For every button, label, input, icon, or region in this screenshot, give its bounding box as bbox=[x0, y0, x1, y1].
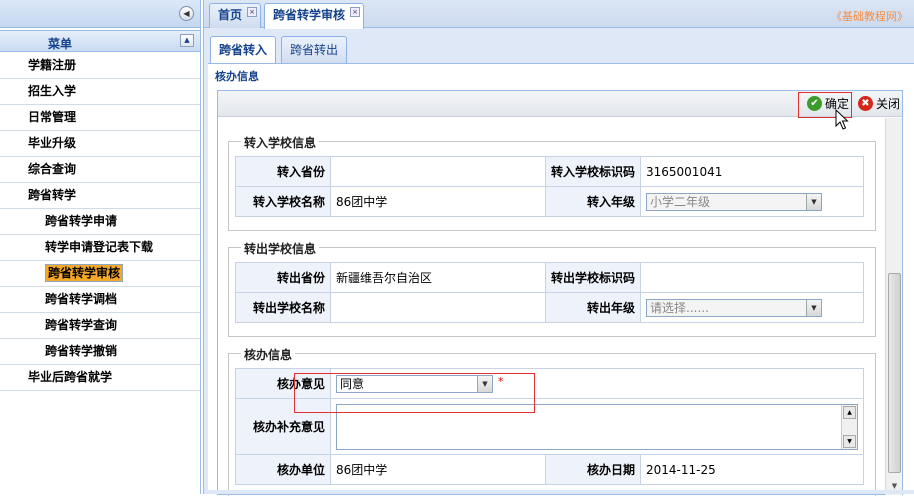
menu-subitem-form-download[interactable]: 转学申请登记表下载 bbox=[0, 235, 200, 261]
transfer-in-school-code-value: 3165001041 bbox=[640, 156, 864, 187]
tab-transfer-review-label: 跨省转学审核 bbox=[273, 8, 346, 22]
tab-strip: 首页 × 跨省转学审核 × 《基础教程网》 bbox=[204, 0, 914, 29]
transfer-out-school-name-value bbox=[330, 292, 546, 323]
close-button[interactable]: ✖ 关闭 bbox=[856, 95, 900, 113]
transfer-in-table: 转入省份 转入学校标识码 3165001041 转入学校名称 86团中学 转入年… bbox=[235, 156, 864, 217]
menu-subitem-transfer-review-label: 跨省转学审核 bbox=[45, 264, 124, 282]
transfer-out-school-name-label: 转出学校名称 bbox=[235, 292, 331, 323]
opinion-highlight-box bbox=[294, 373, 535, 413]
menu-item-student-registration[interactable]: 学籍注册 bbox=[0, 53, 200, 79]
transfer-out-table: 转出省份 新疆维吾尔自治区 转出学校标识码 转出学校名称 转出年级 请选择...… bbox=[235, 262, 864, 323]
unit-label: 核办单位 bbox=[235, 454, 331, 485]
scroll-down-icon[interactable]: ▼ bbox=[843, 434, 856, 448]
transfer-in-grade-label: 转入年级 bbox=[545, 186, 641, 217]
menu-subitem-transfer-cancel[interactable]: 跨省转学撤销 bbox=[0, 339, 200, 365]
close-tab-home-icon[interactable]: × bbox=[247, 7, 258, 17]
transfer-in-grade-value: 小学二年级 bbox=[650, 194, 711, 209]
transfer-out-school-code-label: 转出学校标识码 bbox=[545, 262, 641, 293]
tab-transfer-review[interactable]: 跨省转学审核 × bbox=[264, 3, 365, 29]
transfer-in-school-code-label: 转入学校标识码 bbox=[545, 156, 641, 187]
handling-fieldset: 核办信息 核办意见 同意 ▼ * 核办补充意见 ▲ ▼ 核办单位 86团中学 核… bbox=[228, 346, 876, 496]
menu-item-post-graduation[interactable]: 毕业后跨省就学 bbox=[0, 365, 200, 391]
close-label: 关闭 bbox=[876, 97, 901, 111]
section-title: 核办信息 bbox=[215, 70, 259, 83]
menu-item-graduation[interactable]: 毕业升级 bbox=[0, 131, 200, 157]
site-link[interactable]: 《基础教程网》 bbox=[831, 8, 908, 24]
transfer-out-grade-select[interactable]: 请选择...... ▼ bbox=[646, 298, 822, 317]
sidebar: ◀ 菜单 ▲ 学籍注册 招生入学 日常管理 毕业升级 综合查询 跨省转学 跨省转… bbox=[0, 0, 201, 494]
transfer-out-school-code-value bbox=[640, 262, 864, 293]
table-row: 转出省份 新疆维吾尔自治区 转出学校标识码 bbox=[235, 262, 864, 293]
date-label: 核办日期 bbox=[545, 454, 641, 485]
menu-title: 菜单 bbox=[47, 37, 72, 51]
bottom-edge bbox=[204, 490, 914, 494]
transfer-out-grade-cell: 请选择...... ▼ bbox=[640, 292, 864, 323]
transfer-in-province-label: 转入省份 bbox=[235, 156, 331, 187]
subtab-strip: 跨省转入 跨省转出 bbox=[208, 29, 914, 63]
menu-subitem-transfer-query[interactable]: 跨省转学查询 bbox=[0, 313, 200, 339]
table-row: 转入省份 转入学校标识码 3165001041 bbox=[235, 156, 864, 187]
chevron-down-icon: ▼ bbox=[806, 299, 821, 316]
transfer-out-fieldset: 转出学校信息 转出省份 新疆维吾尔自治区 转出学校标识码 转出学校名称 转出年级 bbox=[228, 240, 876, 337]
subtab-transfer-out[interactable]: 跨省转出 bbox=[281, 36, 348, 63]
arrow-cursor-icon bbox=[835, 109, 849, 130]
tab-home-label: 首页 bbox=[218, 8, 243, 22]
date-value: 2014-11-25 bbox=[640, 454, 864, 485]
close-tab-transfer-review-icon[interactable]: × bbox=[350, 7, 361, 17]
menu-subitem-transfer-review[interactable]: 跨省转学审核 bbox=[0, 261, 200, 287]
menu-header: 菜单 ▲ bbox=[0, 30, 200, 52]
transfer-out-province-label: 转出省份 bbox=[235, 262, 331, 293]
table-row: 核办单位 86团中学 核办日期 2014-11-25 bbox=[235, 454, 864, 485]
scrollbar-thumb[interactable] bbox=[888, 273, 901, 473]
chevron-down-icon: ▼ bbox=[806, 193, 821, 210]
content-area: 核办信息 ✔ 确定 ✖ 关闭 转入学校信息 转入省份 转入学校标识码 31650… bbox=[208, 63, 914, 496]
subtab-transfer-in[interactable]: 跨省转入 bbox=[210, 36, 277, 63]
transfer-out-province-value: 新疆维吾尔自治区 bbox=[330, 262, 546, 293]
handling-legend: 核办信息 bbox=[241, 346, 296, 363]
menu-collapse-icon[interactable]: ▲ bbox=[180, 34, 194, 47]
transfer-in-grade-cell: 小学二年级 ▼ bbox=[640, 186, 864, 217]
transfer-out-legend: 转出学校信息 bbox=[241, 240, 320, 257]
panel-scrollbar[interactable]: ▼ bbox=[885, 118, 902, 495]
tab-home[interactable]: 首页 × bbox=[209, 3, 262, 28]
table-row: 转入学校名称 86团中学 转入年级 小学二年级 ▼ bbox=[235, 186, 864, 217]
transfer-out-grade-label: 转出年级 bbox=[545, 292, 641, 323]
menu-subitem-transfer-apply[interactable]: 跨省转学申请 bbox=[0, 209, 200, 235]
menu-item-query[interactable]: 综合查询 bbox=[0, 157, 200, 183]
close-icon: ✖ bbox=[858, 96, 873, 111]
main-area: 首页 × 跨省转学审核 × 《基础教程网》 跨省转入 跨省转出 核办信息 ✔ 确… bbox=[203, 0, 914, 496]
form-panel: ✔ 确定 ✖ 关闭 转入学校信息 转入省份 转入学校标识码 3165001041… bbox=[217, 90, 903, 496]
transfer-in-legend: 转入学校信息 bbox=[241, 134, 320, 151]
unit-value: 86团中学 bbox=[330, 454, 546, 485]
scroll-up-icon[interactable]: ▲ bbox=[843, 405, 856, 419]
transfer-in-grade-select: 小学二年级 ▼ bbox=[646, 192, 822, 211]
transfer-in-school-name-label: 转入学校名称 bbox=[235, 186, 331, 217]
menu-item-cross-province-transfer[interactable]: 跨省转学 bbox=[0, 183, 200, 209]
collapse-sidebar-icon[interactable]: ◀ bbox=[179, 6, 194, 21]
sidebar-collapse-bar: ◀ bbox=[0, 0, 200, 28]
table-row: 转出学校名称 转出年级 请选择...... ▼ bbox=[235, 292, 864, 323]
menu-list: 学籍注册 招生入学 日常管理 毕业升级 综合查询 跨省转学 跨省转学申请 转学申… bbox=[0, 53, 200, 391]
menu-item-enrollment[interactable]: 招生入学 bbox=[0, 79, 200, 105]
transfer-out-grade-placeholder: 请选择...... bbox=[650, 300, 709, 315]
remark-scrollbar[interactable]: ▲ ▼ bbox=[841, 404, 857, 449]
menu-subitem-transfer-file[interactable]: 跨省转学调档 bbox=[0, 287, 200, 313]
transfer-in-fieldset: 转入学校信息 转入省份 转入学校标识码 3165001041 转入学校名称 86… bbox=[228, 134, 876, 231]
transfer-in-province-value bbox=[330, 156, 546, 187]
menu-item-daily-management[interactable]: 日常管理 bbox=[0, 105, 200, 131]
transfer-in-school-name-value: 86团中学 bbox=[330, 186, 546, 217]
